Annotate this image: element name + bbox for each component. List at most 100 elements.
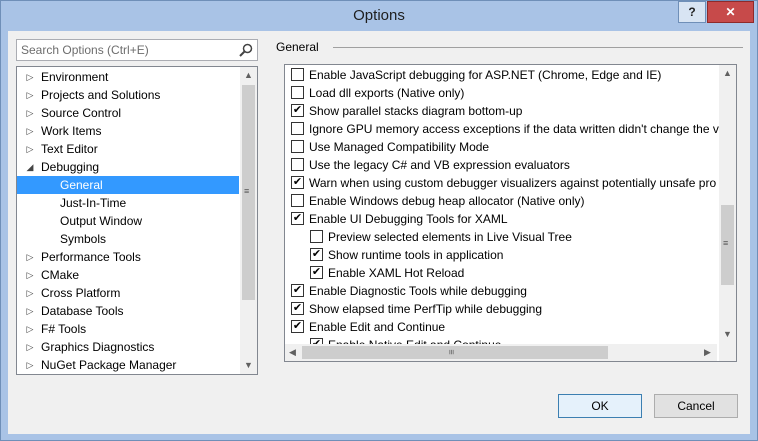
grip-icon: ≡ <box>244 186 250 196</box>
expand-arrow-icon[interactable]: ▷ <box>25 356 35 374</box>
scroll-up-arrow-icon[interactable]: ▲ <box>241 67 256 84</box>
scroll-down-arrow-icon[interactable]: ▼ <box>720 326 735 343</box>
tree-item-label: Symbols <box>60 232 107 246</box>
expand-arrow-icon[interactable]: ▷ <box>25 320 35 338</box>
option-label: Use the legacy C# and VB expression eval… <box>309 158 570 172</box>
tree-item-database-tools[interactable]: ▷ Database Tools <box>17 302 239 320</box>
expand-arrow-icon[interactable]: ▷ <box>25 248 35 266</box>
checkbox-checked[interactable]: ✔ <box>291 284 304 297</box>
section-divider <box>333 47 743 48</box>
tree-vertical-scrollbar[interactable]: ▲ ≡ ▼ <box>240 67 257 374</box>
expand-arrow-icon[interactable]: ▷ <box>25 302 35 320</box>
tree-item-label: Projects and Solutions <box>41 88 161 102</box>
checkbox[interactable] <box>310 230 323 243</box>
tree-item-fsharp-tools[interactable]: ▷ F# Tools <box>17 320 239 338</box>
tree-item-projects-and-solutions[interactable]: ▷ Projects and Solutions <box>17 86 239 104</box>
tree-item-source-control[interactable]: ▷ Source Control <box>17 104 239 122</box>
option-label: Load dll exports (Native only) <box>309 86 465 100</box>
checkbox-checked[interactable]: ✔ <box>310 266 323 279</box>
checkbox[interactable] <box>291 140 304 153</box>
expand-arrow-icon[interactable]: ▷ <box>25 68 35 86</box>
checkbox-checked[interactable]: ✔ <box>291 104 304 117</box>
scroll-thumb[interactable]: ≡ <box>242 85 255 300</box>
tree-item-just-in-time[interactable]: Just-In-Time <box>17 194 239 212</box>
tree-item-symbols[interactable]: Symbols <box>17 230 239 248</box>
tree-item-graphics-diagnostics[interactable]: ▷ Graphics Diagnostics <box>17 338 239 356</box>
tree-item-label: Just-In-Time <box>60 196 127 210</box>
ok-button[interactable]: OK <box>558 394 642 418</box>
tree-item-cmake[interactable]: ▷ CMake <box>17 266 239 284</box>
tree-item-label: Output Window <box>60 214 143 228</box>
option-label: Show runtime tools in application <box>328 248 504 262</box>
window-title: Options <box>353 7 405 24</box>
checkbox-checked[interactable]: ✔ <box>291 212 304 225</box>
expand-arrow-icon[interactable]: ▷ <box>25 122 35 140</box>
options-tree[interactable]: ▷ Environment ▷ Projects and Solutions ▷… <box>16 66 258 375</box>
option-label: Show parallel stacks diagram bottom-up <box>309 104 523 118</box>
checkbox-checked[interactable]: ✔ <box>291 176 304 189</box>
checkbox[interactable] <box>291 158 304 171</box>
scroll-thumb[interactable]: ≡ <box>721 205 734 285</box>
tree-item-label: General <box>60 178 103 192</box>
tree-item-general[interactable]: General <box>17 176 239 194</box>
option-label: Enable UI Debugging Tools for XAML <box>309 212 508 226</box>
option-label: Enable JavaScript debugging for ASP.NET … <box>309 68 662 82</box>
option-label: Show elapsed time PerfTip while debuggin… <box>309 302 543 316</box>
options-panel: Enable JavaScript debugging for ASP.NET … <box>284 64 737 362</box>
expand-arrow-icon[interactable]: ▷ <box>25 104 35 122</box>
checkbox-checked[interactable]: ✔ <box>291 320 304 333</box>
tree-item-text-editor[interactable]: ▷ Text Editor <box>17 140 239 158</box>
tree-item-environment[interactable]: ▷ Environment <box>17 68 239 86</box>
options-dialog: Options ? ✕ Search Options (Ctrl+E) ▷ En… <box>0 0 758 441</box>
tree-item-label: Source Control <box>41 106 122 120</box>
title-bar: Options ? ✕ <box>1 1 757 31</box>
expand-arrow-icon[interactable]: ▷ <box>25 266 35 284</box>
checkbox-checked[interactable]: ✔ <box>310 248 323 261</box>
scroll-thumb[interactable]: ≡ <box>302 346 608 359</box>
checkbox[interactable] <box>291 86 304 99</box>
option-label: Warn when using custom debugger visualiz… <box>309 176 717 190</box>
scroll-down-arrow-icon[interactable]: ▼ <box>241 357 256 374</box>
tree-item-label: NuGet Package Manager <box>41 358 177 372</box>
tree-item-debugging[interactable]: ◢ Debugging <box>17 158 239 176</box>
checkbox[interactable] <box>291 68 304 81</box>
expand-arrow-icon[interactable]: ▷ <box>25 338 35 356</box>
grip-icon: ≡ <box>723 238 729 248</box>
search-icon[interactable] <box>238 42 254 58</box>
tree-item-label: Environment <box>41 70 109 84</box>
section-title: General <box>276 40 319 54</box>
close-button[interactable]: ✕ <box>707 1 754 23</box>
scroll-left-arrow-icon[interactable]: ◀ <box>285 344 300 361</box>
scroll-right-arrow-icon[interactable]: ▶ <box>700 344 715 361</box>
option-label: Use Managed Compatibility Mode <box>309 140 490 154</box>
tree-item-label: Text Editor <box>41 142 98 156</box>
option-label: Enable Windows debug heap allocator (Nat… <box>309 194 585 208</box>
checkbox-checked[interactable]: ✔ <box>291 302 304 315</box>
tree-item-label: Graphics Diagnostics <box>41 340 155 354</box>
expand-arrow-icon[interactable]: ▷ <box>25 284 35 302</box>
tree-item-cross-platform[interactable]: ▷ Cross Platform <box>17 284 239 302</box>
scroll-up-arrow-icon[interactable]: ▲ <box>720 65 735 82</box>
tree-item-label: Debugging <box>41 160 100 174</box>
options-vertical-scrollbar[interactable]: ▲ ≡ ▼ <box>719 65 736 344</box>
expand-arrow-icon[interactable]: ▷ <box>25 86 35 104</box>
grip-icon: ≡ <box>446 349 457 355</box>
search-options-input[interactable]: Search Options (Ctrl+E) <box>16 39 258 61</box>
tree-item-output-window[interactable]: Output Window <box>17 212 239 230</box>
options-horizontal-scrollbar[interactable]: ◀ ≡ ▶ <box>285 344 717 361</box>
search-placeholder: Search Options (Ctrl+E) <box>21 43 149 57</box>
collapse-arrow-icon[interactable]: ◢ <box>25 158 35 176</box>
expand-arrow-icon[interactable]: ▷ <box>25 140 35 158</box>
tree-item-label: F# Tools <box>41 322 87 336</box>
option-label: Preview selected elements in Live Visual… <box>328 230 572 244</box>
checkbox[interactable] <box>291 122 304 135</box>
tree-item-label: Work Items <box>41 124 102 138</box>
tree-item-work-items[interactable]: ▷ Work Items <box>17 122 239 140</box>
cancel-button[interactable]: Cancel <box>654 394 738 418</box>
help-button[interactable]: ? <box>678 1 706 23</box>
tree-item-label: CMake <box>41 268 80 282</box>
checkbox[interactable] <box>291 194 304 207</box>
tree-item-nuget-package-manager[interactable]: ▷ NuGet Package Manager <box>17 356 239 374</box>
tree-item-performance-tools[interactable]: ▷ Performance Tools <box>17 248 239 266</box>
scrollbar-corner <box>719 344 736 361</box>
